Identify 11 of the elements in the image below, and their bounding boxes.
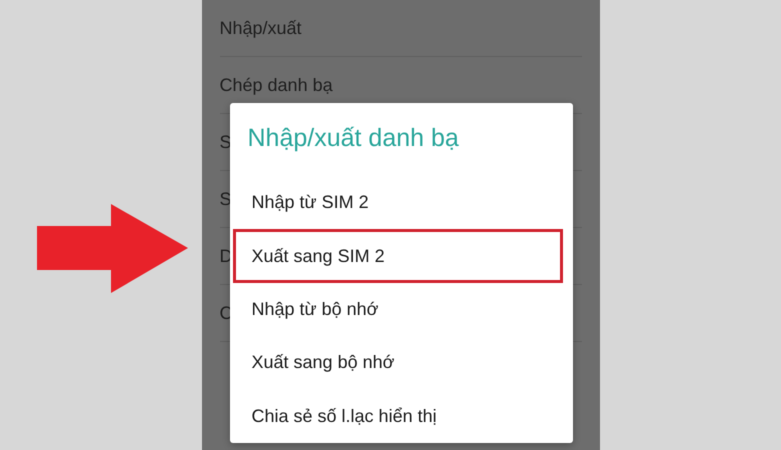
menu-item[interactable]: S <box>220 188 232 210</box>
dialog-option[interactable]: Nhập từ SIM 2 <box>232 176 562 230</box>
dialog-option[interactable]: Xuất sang SIM 2 <box>232 229 562 283</box>
dialog-option[interactable]: Nhập từ bộ nhớ <box>232 282 562 336</box>
dialog-option[interactable]: Chia sẻ số l.lạc hiển thị <box>232 390 562 444</box>
arrow-icon <box>37 204 188 293</box>
dialog-option[interactable]: Xuất sang bộ nhớ <box>232 336 562 390</box>
menu-item[interactable]: Nhập/xuất <box>220 18 302 38</box>
menu-item[interactable]: S <box>220 132 232 152</box>
menu-item[interactable]: Chép danh bạ <box>220 74 333 96</box>
dialog-title: Nhập/xuất danh bạ <box>246 123 460 154</box>
